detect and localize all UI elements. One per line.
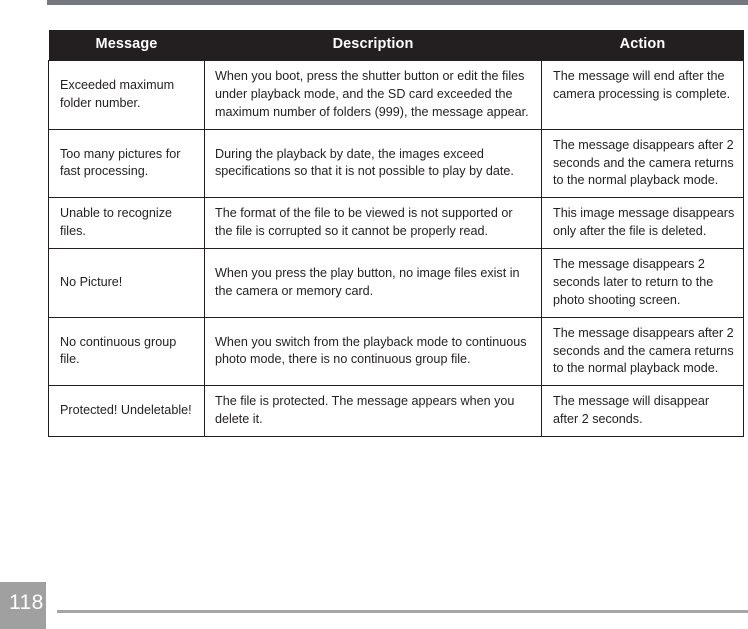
cell-message: No Picture! <box>48 248 205 318</box>
cell-message: No continuous group file. <box>48 316 205 387</box>
error-message-table-container: Message Description Action Exceeded maxi… <box>48 30 744 437</box>
cell-action: The message disappears 2 seconds later t… <box>541 248 744 318</box>
cell-action: This image message disappears only after… <box>541 197 744 249</box>
cell-description: When you boot, press the shutter button … <box>204 60 542 130</box>
cell-description: The format of the file to be viewed is n… <box>204 197 542 249</box>
column-header-description: Description <box>204 30 542 61</box>
table-row: Exceeded maximum folder number. When you… <box>48 60 744 130</box>
cell-description: The file is protected. The message appea… <box>204 385 542 437</box>
table-row: No continuous group file. When you switc… <box>48 316 744 387</box>
footer-rule <box>57 610 748 613</box>
cell-message: Unable to recognize files. <box>48 197 205 249</box>
table-row: Protected! Undeletable! The file is prot… <box>48 385 744 437</box>
cell-action: The message disappears after 2 seconds a… <box>541 128 744 199</box>
column-header-action: Action <box>541 30 744 61</box>
top-decorative-rule <box>47 0 748 5</box>
cell-message: Exceeded maximum folder number. <box>48 60 205 130</box>
table-row: No Picture! When you press the play butt… <box>48 248 744 318</box>
table-row: Unable to recognize files. The format of… <box>48 197 744 249</box>
page-number: 118 <box>9 591 44 614</box>
cell-description: During the playback by date, the images … <box>204 128 542 199</box>
cell-action: The message will end after the camera pr… <box>541 60 744 130</box>
cell-message: Protected! Undeletable! <box>48 385 205 437</box>
cell-description: When you switch from the playback mode t… <box>204 316 542 387</box>
cell-description: When you press the play button, no image… <box>204 248 542 318</box>
table-header-row: Message Description Action <box>48 30 744 61</box>
table-body: Exceeded maximum folder number. When you… <box>48 60 744 437</box>
cell-action: The message will disappear after 2 secon… <box>541 385 744 437</box>
cell-message: Too many pictures for fast processing. <box>48 128 205 199</box>
column-header-message: Message <box>48 30 205 61</box>
cell-action: The message disappears after 2 seconds a… <box>541 316 744 387</box>
error-message-table: Message Description Action Exceeded maxi… <box>48 30 744 437</box>
table-row: Too many pictures for fast processing. D… <box>48 128 744 199</box>
table-header: Message Description Action <box>48 30 744 61</box>
